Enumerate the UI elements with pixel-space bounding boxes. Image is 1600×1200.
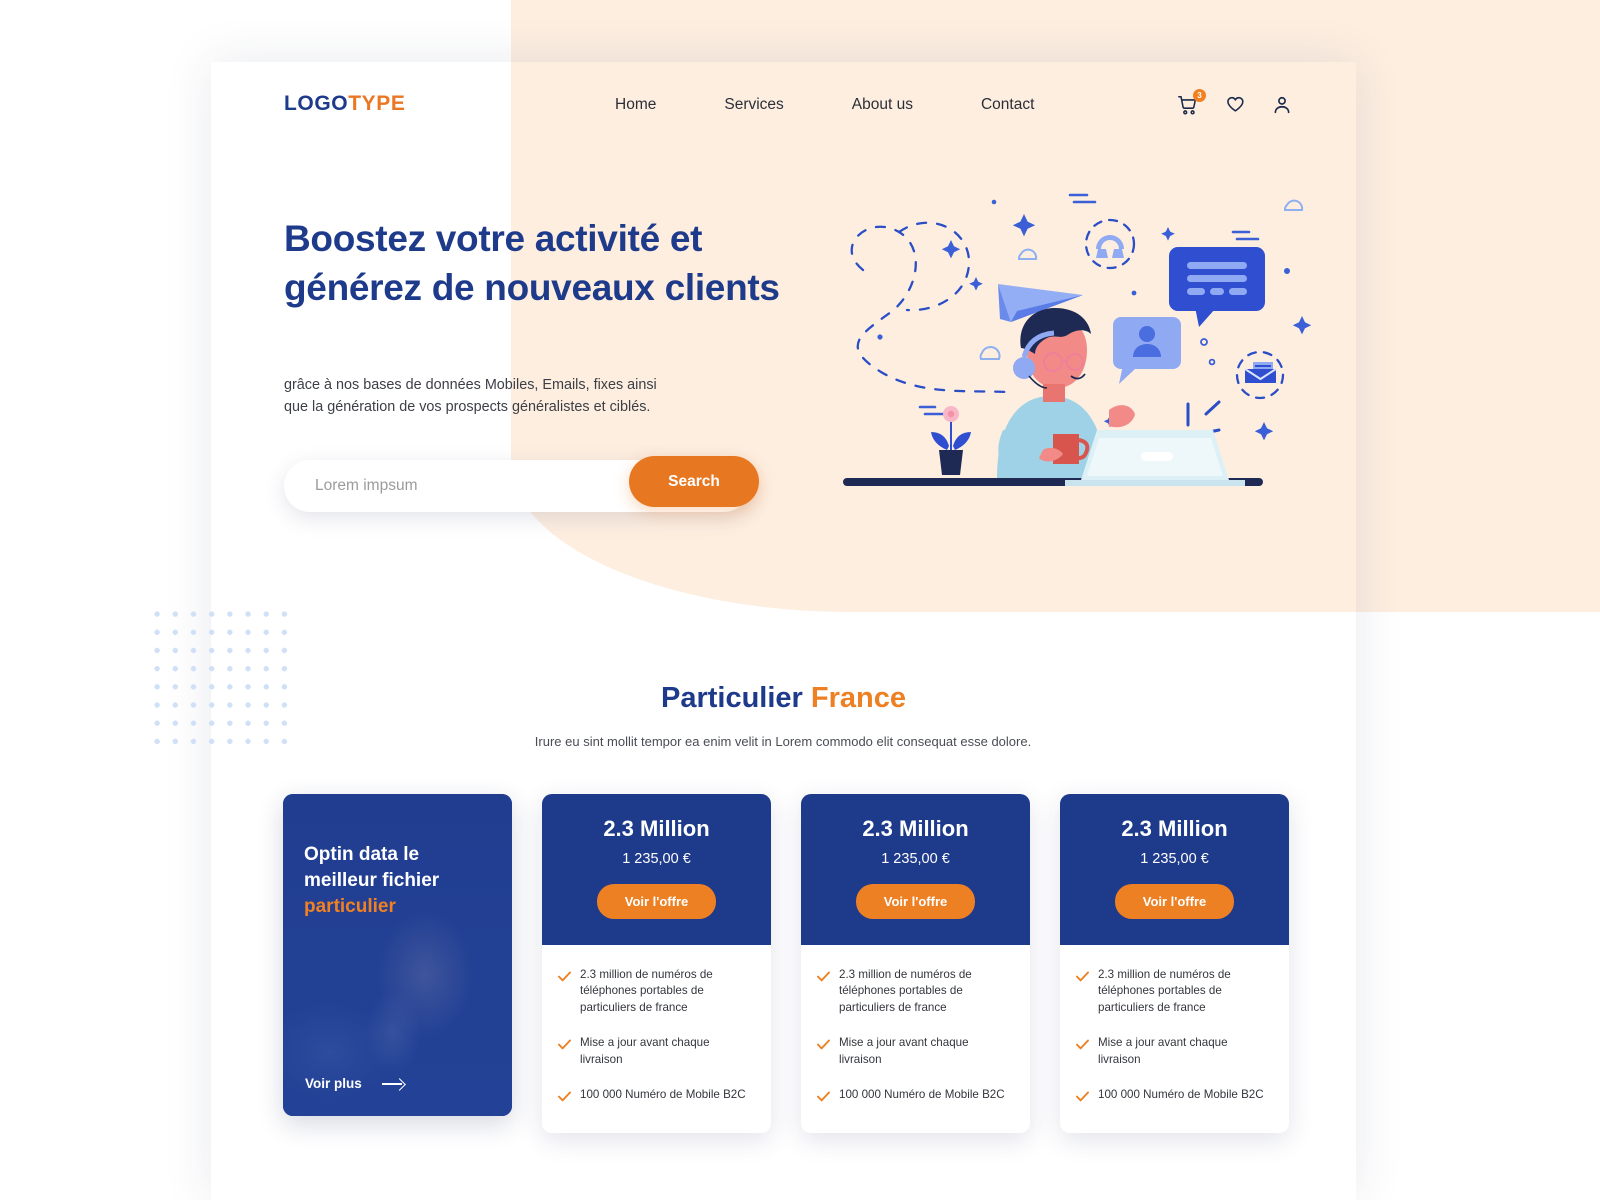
feature-item: Mise a jour avant chaque livraison xyxy=(1076,1035,1270,1068)
pricing-card-features: 2.3 million de numéros de téléphones por… xyxy=(801,945,1030,1133)
check-icon xyxy=(1076,969,1089,1016)
pricing-card-offer-button[interactable]: Voir l'offre xyxy=(596,884,717,919)
feature-text: 2.3 million de numéros de téléphones por… xyxy=(839,968,972,1014)
pricing-card-price: 1 235,00 € xyxy=(622,851,691,867)
logo-part-2: TYPE xyxy=(348,92,406,115)
promo-card-title-line-1: Optin data le xyxy=(304,844,420,865)
feature-text: 100 000 Numéro de Mobile B2C xyxy=(839,1088,1005,1102)
section-title-orange: France xyxy=(810,682,906,714)
page-canvas: LOGOTYPE Home Services About us Contact … xyxy=(0,0,1600,1200)
feature-item: 100 000 Numéro de Mobile B2C xyxy=(558,1087,752,1107)
cart-badge: 3 xyxy=(1193,89,1206,102)
pricing-card-amount: 2.3 Million xyxy=(1121,816,1228,841)
section-title-blue: Particulier xyxy=(660,682,803,714)
dot-grid-decoration xyxy=(146,603,292,749)
feature-item: Mise a jour avant chaque livraison xyxy=(558,1035,752,1068)
promo-card-title-line-2: meilleur fichier xyxy=(304,870,440,892)
pricing-card-header: 2.3 Million 1 235,00 € Voir l'offre xyxy=(542,794,771,945)
search-bar: Search xyxy=(284,456,759,512)
pricing-card-price: 1 235,00 € xyxy=(1140,851,1209,867)
heart-icon[interactable] xyxy=(1224,94,1246,118)
section-subtitle-line-2: consequat esse dolore. xyxy=(896,734,1032,749)
nav-item-about-us[interactable]: About us xyxy=(818,96,947,114)
section-subtitle-line-1: Irure eu sint mollit tempor ea enim veli… xyxy=(534,734,894,749)
pricing-card-header: 2.3 Million 1 235,00 € Voir l'offre xyxy=(801,794,1030,945)
hero-subtitle-line-2: que la génération de vos prospects génér… xyxy=(284,398,651,415)
promo-card-title: Optin data le meilleur fichier particuli… xyxy=(304,842,494,921)
check-icon xyxy=(817,1089,830,1107)
pricing-card-price: 1 235,00 € xyxy=(881,851,950,867)
feature-text: Mise a jour avant chaque livraison xyxy=(839,1036,969,1066)
promo-card-title-highlight: particulier xyxy=(304,896,396,918)
header-icons: 3 xyxy=(1177,89,1293,118)
hero-title-line-1: Boostez votre activité et xyxy=(284,218,703,259)
feature-item: 2.3 million de numéros de téléphones por… xyxy=(558,967,752,1016)
check-icon xyxy=(558,1089,571,1107)
pricing-card: 2.3 Million 1 235,00 € Voir l'offre 2.3 … xyxy=(801,794,1030,1134)
site-header: LOGOTYPE Home Services About us Contact … xyxy=(211,62,1356,150)
feature-item: 100 000 Numéro de Mobile B2C xyxy=(1076,1087,1270,1107)
pricing-card-offer-button[interactable]: Voir l'offre xyxy=(855,884,976,919)
cart-icon[interactable]: 3 xyxy=(1177,89,1206,118)
logo-part-1: LOGO xyxy=(284,92,349,115)
feature-item: Mise a jour avant chaque livraison xyxy=(817,1035,1011,1068)
check-icon xyxy=(558,1037,571,1068)
feature-item: 100 000 Numéro de Mobile B2C xyxy=(817,1087,1011,1107)
user-icon[interactable] xyxy=(1271,94,1293,118)
feature-item: 2.3 million de numéros de téléphones por… xyxy=(1076,967,1270,1016)
feature-text: 100 000 Numéro de Mobile B2C xyxy=(580,1088,746,1102)
page-panel: LOGOTYPE Home Services About us Contact … xyxy=(146,62,1356,1200)
section-title: Particulier France xyxy=(211,682,1356,715)
check-icon xyxy=(1076,1089,1089,1107)
search-button[interactable]: Search xyxy=(629,456,759,507)
hero-subtitle: grâce à nos bases de données Mobiles, Em… xyxy=(284,375,704,419)
hero-illustration xyxy=(821,162,1321,512)
check-icon xyxy=(558,969,571,1016)
logo[interactable]: LOGOTYPE xyxy=(284,92,405,116)
feature-item: 2.3 million de numéros de téléphones por… xyxy=(817,967,1011,1016)
hero-subtitle-line-1: grâce à nos bases de données Mobiles, Em… xyxy=(284,377,657,393)
cards-row: Optin data le meilleur fichier particuli… xyxy=(283,794,1289,1134)
hero-title-line-2: générez de nouveaux clients xyxy=(284,267,780,309)
main-nav: Home Services About us Contact xyxy=(581,96,1068,114)
pricing-card-header: 2.3 Million 1 235,00 € Voir l'offre xyxy=(1060,794,1289,945)
promo-card-link-label: Voir plus xyxy=(305,1076,362,1091)
nav-item-home[interactable]: Home xyxy=(581,96,690,114)
section-subtitle: Irure eu sint mollit tempor ea enim veli… xyxy=(483,732,1083,752)
nav-item-services[interactable]: Services xyxy=(690,96,817,114)
feature-text: 2.3 million de numéros de téléphones por… xyxy=(580,968,713,1014)
hero-title: Boostez votre activité et générez de nou… xyxy=(284,214,844,312)
pricing-card: 2.3 Million 1 235,00 € Voir l'offre 2.3 … xyxy=(1060,794,1289,1134)
feature-text: Mise a jour avant chaque livraison xyxy=(1098,1036,1228,1066)
feature-text: 2.3 million de numéros de téléphones por… xyxy=(1098,968,1231,1014)
promo-card[interactable]: Optin data le meilleur fichier particuli… xyxy=(283,794,512,1116)
check-icon xyxy=(1076,1037,1089,1068)
feature-text: Mise a jour avant chaque livraison xyxy=(580,1036,710,1066)
arrow-right-icon xyxy=(381,1079,404,1089)
pricing-card-offer-button[interactable]: Voir l'offre xyxy=(1114,884,1235,919)
check-icon xyxy=(817,969,830,1016)
pricing-card: 2.3 Million 1 235,00 € Voir l'offre 2.3 … xyxy=(542,794,771,1134)
feature-text: 100 000 Numéro de Mobile B2C xyxy=(1098,1088,1264,1102)
pricing-card-features: 2.3 million de numéros de téléphones por… xyxy=(542,945,771,1133)
pricing-card-features: 2.3 million de numéros de téléphones por… xyxy=(1060,945,1289,1133)
pricing-card-amount: 2.3 Million xyxy=(603,816,710,841)
pricing-card-amount: 2.3 Million xyxy=(862,816,969,841)
promo-card-link[interactable]: Voir plus xyxy=(305,1076,404,1091)
nav-item-contact[interactable]: Contact xyxy=(947,96,1068,114)
check-icon xyxy=(817,1037,830,1068)
